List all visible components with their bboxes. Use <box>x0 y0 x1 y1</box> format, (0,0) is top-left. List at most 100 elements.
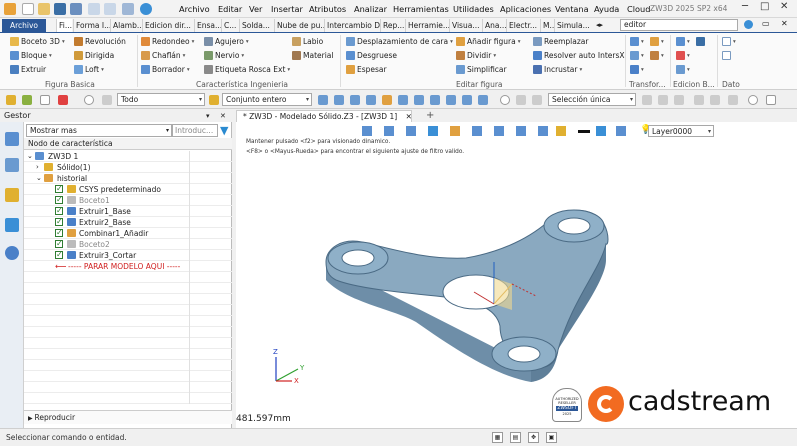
clear-selection-icon[interactable] <box>58 95 68 105</box>
scale-button[interactable]: ▾ <box>650 51 664 60</box>
etiqueta-rosca-button[interactable]: Etiqueta Rosca Ext ▾ <box>204 65 290 74</box>
data-button-2[interactable] <box>722 51 731 60</box>
help-icon[interactable] <box>744 20 753 29</box>
menu-aplicaciones[interactable]: Aplicaciones <box>500 4 551 14</box>
tool-icon[interactable] <box>728 95 738 105</box>
view-tool-icon[interactable] <box>428 126 438 136</box>
close-panel-icon[interactable]: ✕ <box>220 110 226 122</box>
revolucion-button[interactable]: Revolución <box>74 37 126 46</box>
close-tab-icon[interactable]: ✕ <box>406 112 412 121</box>
snap-icon[interactable] <box>382 95 392 105</box>
view-icon[interactable] <box>516 95 526 105</box>
tab-m[interactable]: M... <box>540 19 554 32</box>
anadir-figura-button[interactable]: Añadir figura ▾ <box>456 37 520 46</box>
tool-icon[interactable] <box>674 95 684 105</box>
snap-icon[interactable] <box>318 95 328 105</box>
menu-herramientas[interactable]: Herramientas <box>393 4 449 14</box>
collapse-icon[interactable]: ⌄ <box>27 151 33 162</box>
tab-nube-puntos[interactable]: Nube de pu... <box>274 19 324 32</box>
tree-root[interactable]: ⌄ ZW3D 1 <box>24 151 232 162</box>
redondeo-button[interactable]: Redondeo ▾ <box>141 37 194 46</box>
visibility-checkbox[interactable] <box>55 205 63 216</box>
snap-icon[interactable] <box>366 95 376 105</box>
desgruese-button[interactable]: Desgruese <box>346 51 397 60</box>
pattern-button[interactable]: ▾ <box>630 65 644 74</box>
close-doc-icon[interactable]: ✕ <box>781 19 788 28</box>
restore-icon[interactable]: ▭ <box>762 19 770 28</box>
filter-icon[interactable] <box>102 95 112 105</box>
dividir-button[interactable]: Dividir ▾ <box>456 51 496 60</box>
view-tool-icon[interactable] <box>516 126 526 136</box>
filter-funnel-icon[interactable]: ▼ <box>220 124 228 137</box>
snap-icon[interactable] <box>414 95 424 105</box>
snap-icon[interactable] <box>334 95 344 105</box>
tab-c[interactable]: C... <box>221 19 239 32</box>
mirror-button[interactable]: ▾ <box>630 51 644 60</box>
snap-icon[interactable] <box>398 95 408 105</box>
bloque-button[interactable]: Bloque ▾ <box>10 51 52 60</box>
command-search-input[interactable]: editor <box>620 19 738 31</box>
repeat-icon[interactable] <box>122 3 134 15</box>
tool-icon[interactable] <box>748 95 758 105</box>
view-icon[interactable] <box>532 95 542 105</box>
view-tool-icon[interactable] <box>616 126 626 136</box>
view-tool-icon[interactable] <box>556 126 566 136</box>
tab-archivo[interactable]: Archivo <box>2 19 46 32</box>
tree-solid[interactable]: › Sólido(1) <box>24 162 232 173</box>
tool-icon[interactable] <box>710 95 720 105</box>
view-manager-icon[interactable] <box>5 218 19 232</box>
view-tool-icon[interactable] <box>406 126 416 136</box>
visibility-checkbox[interactable] <box>55 227 63 238</box>
user-manager-icon[interactable] <box>5 246 19 260</box>
boceto-3d-button[interactable]: Boceto 3D ▾ <box>10 37 65 46</box>
status-grid-icon[interactable]: ▦ <box>492 432 503 443</box>
incrustar-button[interactable]: Incrustar ▾ <box>533 65 582 74</box>
view-tool-icon[interactable] <box>472 126 482 136</box>
edit-b-button-2[interactable] <box>696 37 705 46</box>
tab-forma[interactable]: Forma I... <box>73 19 110 32</box>
playback-section[interactable]: ▶ Reproducir <box>24 410 232 424</box>
view-tool-icon[interactable] <box>538 126 548 136</box>
manager-filter[interactable]: Mostrar mas ▾ <box>26 124 172 137</box>
snap-icon[interactable] <box>446 95 456 105</box>
redo-icon[interactable] <box>104 3 116 15</box>
line-style-icon[interactable] <box>578 130 590 133</box>
assembly-manager-icon[interactable] <box>5 158 19 172</box>
tab-simulacion[interactable]: Simula... <box>554 19 592 32</box>
expand-icon[interactable]: › <box>36 162 39 173</box>
menu-atributos[interactable]: Atributos <box>309 4 346 14</box>
status-display-icon[interactable]: ▤ <box>510 432 521 443</box>
tool-icon[interactable] <box>766 95 776 105</box>
tool-icon[interactable] <box>694 95 704 105</box>
view-tool-icon[interactable] <box>362 126 372 136</box>
color-icon[interactable] <box>596 126 606 136</box>
labio-button[interactable]: Labio <box>292 37 323 46</box>
visibility-checkbox[interactable] <box>55 194 63 205</box>
simplificar-button[interactable]: Simplificar <box>456 65 507 74</box>
new-file-icon[interactable] <box>22 3 34 15</box>
pick-icon[interactable] <box>6 95 16 105</box>
copy-button[interactable]: ▾ <box>650 37 664 46</box>
pick-plus-icon[interactable] <box>22 95 32 105</box>
refresh-icon[interactable] <box>140 3 152 15</box>
desplazamiento-cara-button[interactable]: Desplazamiento de cara ▾ <box>346 37 453 46</box>
chaflan-button[interactable]: Chaflán ▾ <box>141 51 185 60</box>
snap-icon[interactable] <box>478 95 488 105</box>
data-button-1[interactable]: ▾ <box>722 37 736 46</box>
menu-ver[interactable]: Ver <box>249 4 262 14</box>
reemplazar-button[interactable]: Reemplazar <box>533 37 588 46</box>
status-snap-icon[interactable]: ✥ <box>528 432 539 443</box>
tab-analisis[interactable]: Ana... <box>482 19 506 32</box>
snap-icon[interactable] <box>350 95 360 105</box>
layer-combo[interactable]: Layer0000 ▾ <box>648 125 714 137</box>
visibility-checkbox[interactable] <box>55 238 63 249</box>
tab-figura[interactable]: Fi... <box>56 19 72 32</box>
history-manager-icon[interactable] <box>5 132 19 146</box>
tab-alambre[interactable]: Alamb... <box>110 19 142 32</box>
save-all-icon[interactable] <box>70 3 82 15</box>
manager-search-input[interactable]: Introduc... <box>172 124 218 137</box>
snap-icon[interactable] <box>462 95 472 105</box>
agujero-button[interactable]: Agujero ▾ <box>204 37 249 46</box>
tab-electrico[interactable]: Electr... <box>506 19 540 32</box>
minimize-icon[interactable]: ─ <box>742 1 748 12</box>
